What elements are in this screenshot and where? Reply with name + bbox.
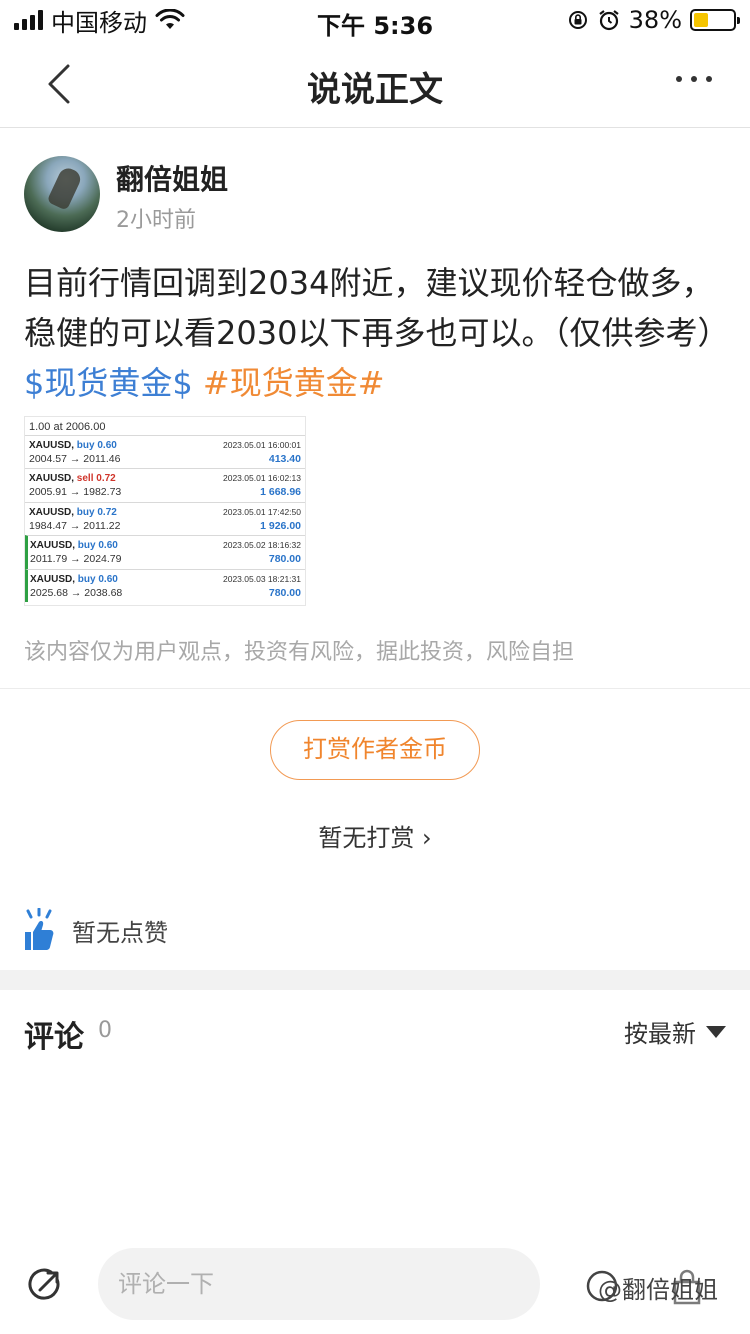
- trade-prices: 2004.57 → 2011.46: [29, 453, 121, 465]
- trade-profit: 780.00: [268, 553, 301, 566]
- topic-tag[interactable]: #现货黄金#: [203, 364, 385, 402]
- avatar[interactable]: [24, 156, 100, 232]
- author-name[interactable]: 翻倍姐姐: [116, 158, 228, 198]
- stock-tag[interactable]: $现货黄金$: [24, 364, 193, 402]
- trade-date: 2023.05.01 16:00:01: [223, 440, 301, 450]
- trade-date: 2023.05.02 18:16:32: [223, 540, 301, 551]
- trade-symbol: XAUUSD,: [29, 506, 75, 518]
- comments-title: 评论: [24, 1020, 84, 1055]
- nav-bar: 说说正文: [0, 40, 750, 128]
- trade-side: buy 0.60: [77, 540, 118, 552]
- trade-profit: 413.40: [268, 453, 301, 465]
- trade-date: 2023.05.01 16:02:13: [223, 473, 301, 484]
- share-icon[interactable]: [26, 1266, 64, 1304]
- trade-date: 2023.05.03 18:21:31: [223, 573, 301, 584]
- author-header: 翻倍姐姐 2小时前: [24, 156, 724, 234]
- post-body: 目前行情回调到2034附近，建议现价轻仓做多，稳健的可以看2030以下再多也可以…: [24, 258, 730, 408]
- bottom-action-bar: 评论一下 @翻倍姐姐: [0, 1244, 750, 1334]
- trade-side: buy 0.60: [77, 573, 118, 585]
- like-status: 暂无点赞: [72, 918, 168, 947]
- trade-row: XAUUSD, buy 0.72 2023.05.01 17:42:50 1984.…: [25, 501, 305, 535]
- post-text: 目前行情回调到2034附近，建议现价轻仓做多，稳健的可以看2030以下再多也可以…: [24, 264, 730, 352]
- trade-symbol: XAUUSD,: [29, 473, 75, 485]
- page-title: 说说正文: [307, 70, 443, 110]
- trade-side: buy 0.72: [76, 506, 117, 518]
- trade-date: 2023.05.01 17:42:50: [223, 506, 301, 517]
- trade-row: XAUUSD, sell 0.72 2023.05.01 16:02:13 2005…: [25, 468, 305, 501]
- thumbs-up-icon[interactable]: [22, 908, 56, 952]
- status-right: 38%: [567, 6, 740, 34]
- trade-history-image[interactable]: 1.00 at 2006.00 XAUUSD, buy 0.60 2023.05.…: [24, 416, 306, 606]
- watermark-label: @翻倍姐姐: [598, 1276, 718, 1304]
- trade-profit: 1 926.00: [260, 519, 301, 532]
- trade-symbol: XAUUSD,: [30, 573, 76, 585]
- orientation-lock-icon: [568, 11, 587, 29]
- trade-symbol: XAUUSD,: [30, 540, 76, 552]
- divider: [0, 688, 750, 689]
- trade-row: XAUUSD, buy 0.60 2023.05.03 18:21:31 2025.…: [25, 568, 305, 602]
- trade-row: XAUUSD, buy 0.60 2023.05.01 16:00:01 2004.…: [25, 435, 305, 468]
- trade-prices: 2011.79 → 2024.79: [30, 553, 122, 566]
- trade-header: 1.00 at 2006.00: [29, 421, 106, 433]
- alarm-icon: [598, 10, 619, 31]
- reward-author-button[interactable]: 打赏作者金币: [270, 720, 480, 780]
- trade-profit: 780.00: [268, 586, 301, 599]
- trade-rows: XAUUSD, buy 0.60 2023.05.01 16:00:01 2004.…: [25, 435, 305, 602]
- trade-prices: 2025.68 → 2038.68: [30, 586, 123, 599]
- trade-side: sell 0.72: [76, 473, 116, 485]
- trade-prices: 1984.47 → 2011.22: [29, 519, 121, 532]
- trade-row: XAUUSD, buy 0.60 2023.05.02 18:16:32 2011.…: [25, 535, 305, 569]
- status-bar: 中国移动 下午 5:36 38%: [0, 0, 750, 40]
- sort-dropdown[interactable]: 按最新: [624, 1014, 726, 1049]
- more-options-icon[interactable]: [676, 76, 712, 82]
- trade-prices: 2005.91 → 1982.73: [29, 486, 122, 499]
- trade-symbol: XAUUSD,: [29, 440, 75, 451]
- post-time: 2小时前: [116, 208, 196, 233]
- sort-label: 按最新: [624, 1020, 696, 1048]
- caret-down-icon: [706, 1025, 726, 1038]
- comment-input[interactable]: 评论一下: [98, 1248, 540, 1320]
- reward-status-link[interactable]: 暂无打赏 ›: [0, 818, 750, 853]
- battery-fill: [694, 13, 709, 27]
- like-row[interactable]: 暂无点赞: [22, 906, 168, 954]
- comments-count: 0: [98, 1018, 112, 1043]
- trade-side: buy 0.60: [76, 440, 117, 451]
- battery-percent: 38%: [628, 6, 682, 34]
- risk-disclaimer: 该内容仅为用户观点，投资有风险，据此投资，风险自担: [24, 640, 575, 665]
- battery-icon: [690, 9, 740, 31]
- section-separator: [0, 970, 750, 990]
- trade-profit: 1 668.96: [260, 486, 301, 499]
